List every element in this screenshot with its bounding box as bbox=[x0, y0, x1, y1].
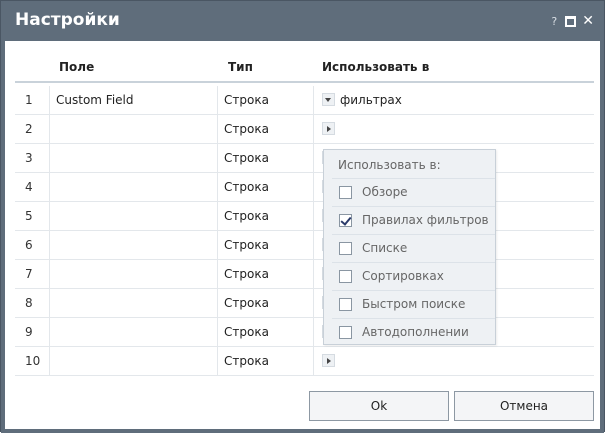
close-icon[interactable]: ✕ bbox=[582, 14, 594, 28]
row-number: 8 bbox=[15, 289, 50, 318]
use-in-dropdown: Использовать в: Обзоре Правилах фильтров С… bbox=[323, 149, 496, 345]
option-label: Обзоре bbox=[362, 185, 408, 199]
chevron-right-icon[interactable] bbox=[322, 122, 335, 135]
field-name-cell[interactable] bbox=[50, 144, 218, 173]
field-name-cell[interactable] bbox=[50, 202, 218, 231]
dropdown-header: Использовать в: bbox=[338, 158, 441, 172]
use-in-cell[interactable]: фильтрах bbox=[314, 86, 594, 115]
maximize-icon[interactable] bbox=[565, 15, 577, 27]
type-cell[interactable]: Строка bbox=[218, 202, 314, 231]
dialog-content: Поле Тип Использовать в 1 Custom Field Стр… bbox=[5, 41, 600, 429]
type-cell[interactable]: Строка bbox=[218, 318, 314, 347]
row-number: 1 bbox=[15, 86, 50, 115]
table-row[interactable]: 5 Строка bbox=[15, 202, 594, 231]
type-cell[interactable]: Строка bbox=[218, 260, 314, 289]
field-name-cell[interactable] bbox=[50, 231, 218, 260]
fields-table: 1 Custom Field Строка фильтрах 2 Строка 3 Строк… bbox=[15, 86, 594, 376]
field-name-cell[interactable] bbox=[50, 173, 218, 202]
type-cell[interactable]: Строка bbox=[218, 115, 314, 144]
type-cell[interactable]: Строка bbox=[218, 86, 314, 115]
table-row[interactable]: 9 Строка bbox=[15, 318, 594, 347]
row-number: 4 bbox=[15, 173, 50, 202]
table-row[interactable]: 4 Строка bbox=[15, 173, 594, 202]
row-number: 2 bbox=[15, 115, 50, 144]
field-name-cell[interactable]: Custom Field bbox=[50, 86, 218, 115]
row-number: 6 bbox=[15, 231, 50, 260]
dropdown-option[interactable]: Сортировках bbox=[332, 262, 495, 289]
field-name-cell[interactable] bbox=[50, 289, 218, 318]
dialog-title: Настройки bbox=[15, 10, 120, 30]
checkbox[interactable] bbox=[339, 270, 352, 283]
dropdown-option[interactable]: Списке bbox=[332, 234, 495, 261]
option-label: Автодополнении bbox=[362, 325, 469, 339]
chevron-down-icon[interactable] bbox=[322, 93, 335, 106]
row-number: 9 bbox=[15, 318, 50, 347]
ok-button[interactable]: Ok bbox=[309, 391, 449, 421]
column-header-field[interactable]: Поле bbox=[59, 60, 94, 74]
table-row[interactable]: 10 Строка bbox=[15, 347, 594, 376]
type-cell[interactable]: Строка bbox=[218, 347, 314, 376]
type-cell[interactable]: Строка bbox=[218, 231, 314, 260]
title-bar[interactable]: Настройки ? ✕ bbox=[1, 1, 604, 41]
column-header-type[interactable]: Тип bbox=[228, 60, 253, 74]
dropdown-option[interactable]: Обзоре bbox=[332, 178, 495, 205]
table-row[interactable]: 3 Строка bbox=[15, 144, 594, 173]
row-number: 7 bbox=[15, 260, 50, 289]
field-name-cell[interactable] bbox=[50, 318, 218, 347]
table-header: Поле Тип Использовать в bbox=[15, 55, 594, 83]
type-cell[interactable]: Строка bbox=[218, 173, 314, 202]
use-in-value: фильтрах bbox=[340, 93, 402, 107]
checkbox[interactable] bbox=[339, 186, 352, 199]
checkbox[interactable] bbox=[339, 326, 352, 339]
table-row[interactable]: 1 Custom Field Строка фильтрах bbox=[15, 86, 594, 115]
use-in-cell[interactable] bbox=[314, 115, 594, 144]
dropdown-option[interactable]: Автодополнении bbox=[332, 318, 495, 345]
type-cell[interactable]: Строка bbox=[218, 144, 314, 173]
checkbox[interactable] bbox=[339, 242, 352, 255]
settings-dialog: Настройки ? ✕ Поле Тип Использовать в 1C… bbox=[0, 0, 605, 433]
option-label: Быстром поиске bbox=[362, 297, 466, 311]
field-name-cell[interactable] bbox=[50, 260, 218, 289]
row-number: 10 bbox=[15, 347, 50, 376]
row-number: 3 bbox=[15, 144, 50, 173]
option-label: Сортировках bbox=[362, 269, 444, 283]
table-row[interactable]: 7 Строка bbox=[15, 260, 594, 289]
dropdown-option[interactable]: Быстром поиске bbox=[332, 290, 495, 317]
cancel-button[interactable]: Отмена bbox=[454, 391, 594, 421]
table-row[interactable]: 2 Строка bbox=[15, 115, 594, 144]
checkbox[interactable] bbox=[339, 214, 352, 227]
chevron-right-icon[interactable] bbox=[322, 354, 335, 367]
field-name-cell[interactable] bbox=[50, 347, 218, 376]
column-header-use[interactable]: Использовать в bbox=[322, 60, 429, 74]
option-label: Правилах фильтров bbox=[362, 213, 489, 227]
table-row[interactable]: 8 Строка bbox=[15, 289, 594, 318]
field-name-cell[interactable] bbox=[50, 115, 218, 144]
use-in-cell[interactable] bbox=[314, 347, 594, 376]
row-number: 5 bbox=[15, 202, 50, 231]
table-row[interactable]: 6 Строка bbox=[15, 231, 594, 260]
dropdown-option[interactable]: Правилах фильтров bbox=[332, 206, 495, 233]
checkbox[interactable] bbox=[339, 298, 352, 311]
option-label: Списке bbox=[362, 241, 408, 255]
help-icon[interactable]: ? bbox=[549, 15, 559, 28]
title-bar-controls: ? ✕ bbox=[549, 13, 594, 29]
type-cell[interactable]: Строка bbox=[218, 289, 314, 318]
